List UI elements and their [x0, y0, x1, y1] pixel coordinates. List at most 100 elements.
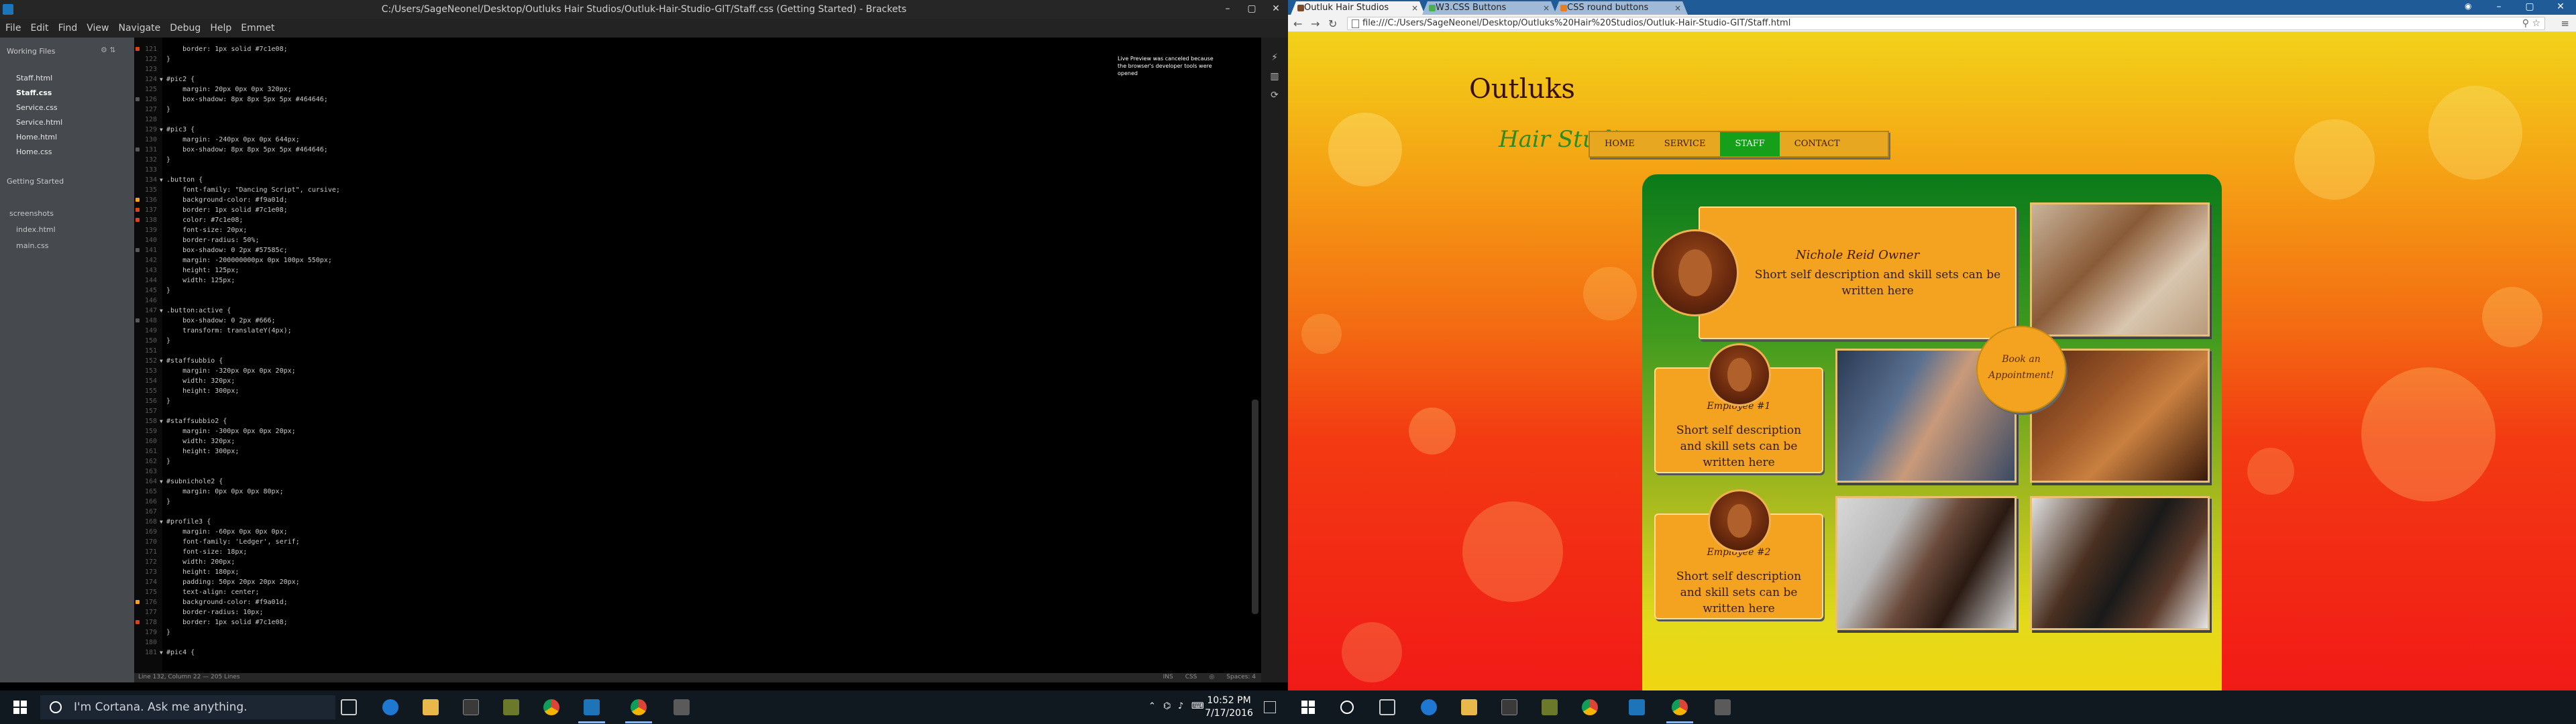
store-icon-2[interactable]	[1501, 699, 1517, 715]
minimize-icon[interactable]: –	[2483, 0, 2514, 15]
network-icon[interactable]: ⌬	[1163, 701, 1171, 711]
project-file-item[interactable]: screenshots	[9, 209, 54, 218]
close-icon[interactable]: ✕	[2545, 0, 2576, 15]
menu-item-navigate[interactable]: Navigate	[118, 23, 160, 34]
edge-icon[interactable]	[382, 699, 398, 715]
tab-close-icon[interactable]: ×	[1674, 1, 1681, 15]
chrome-taskbar-icon-2[interactable]	[631, 699, 647, 715]
start-button[interactable]	[13, 701, 27, 714]
code-line: 158 ▼ #staffsubbio2 {	[134, 416, 1261, 426]
chrome-taskbar-icon-4[interactable]	[1672, 699, 1688, 715]
sync-icon[interactable]: ⟳	[1269, 90, 1280, 101]
code-text: }	[166, 156, 171, 164]
code-line: 134 ▼ .button {	[134, 175, 1261, 185]
chrome-taskbar-icon-3[interactable]	[1582, 699, 1598, 715]
working-file-item[interactable]: Home.css	[16, 147, 52, 156]
project-title[interactable]: Getting Started	[7, 177, 64, 186]
file-explorer-icon-2[interactable]	[1461, 699, 1477, 715]
fold-arrow-icon[interactable]: ▼	[160, 416, 163, 426]
code-line: 147 ▼ .button:active {	[134, 306, 1261, 316]
fold-arrow-icon[interactable]: ▼	[160, 356, 163, 366]
code-line: 135 font-family: "Dancing Script", cursi…	[134, 185, 1261, 195]
minimize-icon[interactable]: –	[1216, 0, 1240, 19]
cortana-icon-2[interactable]	[1340, 701, 1354, 714]
code-text: font-family: "Dancing Script", cursive;	[166, 186, 340, 194]
line-number: 134	[144, 176, 157, 184]
nav-contact[interactable]: CONTACT	[1780, 132, 1855, 156]
nav-home[interactable]: HOME	[1590, 132, 1650, 156]
menu-item-emmet[interactable]: Emmet	[241, 23, 274, 34]
fold-arrow-icon[interactable]: ▼	[160, 74, 163, 84]
indent-spaces[interactable]: Spaces: 4	[1226, 674, 1256, 680]
app-icon[interactable]	[503, 699, 519, 715]
action-center-icon[interactable]	[1264, 701, 1276, 713]
address-bar[interactable]: file:///C:/Users/SageNeonel/Desktop/Outl…	[1347, 17, 2545, 30]
maximize-icon[interactable]: ▢	[2514, 0, 2545, 15]
volume-icon[interactable]: ♪	[1178, 701, 1183, 711]
extension-manager-icon[interactable]: ▥	[1269, 71, 1280, 82]
app-icon-2[interactable]	[1542, 699, 1558, 715]
browser-tab[interactable]: CSS round buttons ×	[1554, 1, 1688, 15]
fold-arrow-icon[interactable]: ▼	[160, 517, 163, 527]
forward-icon[interactable]: →	[1311, 17, 1320, 30]
working-file-item[interactable]: Service.css	[16, 103, 58, 112]
insert-mode[interactable]: INS	[1163, 674, 1173, 680]
zoom-star-icons[interactable]: ⚲ ☆	[2522, 17, 2540, 29]
close-icon[interactable]: ✕	[1264, 0, 1288, 19]
cortana-search-box[interactable]: I'm Cortana. Ask me anything.	[40, 695, 335, 719]
code-editor[interactable]: Live Preview was canceled because the br…	[134, 38, 1261, 673]
brackets-taskbar-icon[interactable]	[584, 699, 600, 715]
user-icon[interactable]: ◉	[2465, 1, 2475, 12]
project-file-item[interactable]: index.html	[16, 225, 56, 234]
menu-item-help[interactable]: Help	[210, 23, 231, 34]
language-selector[interactable]: CSS	[1185, 674, 1197, 680]
fold-arrow-icon[interactable]: ▼	[160, 125, 163, 135]
working-file-item[interactable]: Home.html	[16, 133, 57, 141]
calculator-icon-2[interactable]	[1715, 699, 1731, 715]
live-preview-icon[interactable]: ⚡	[1269, 52, 1280, 63]
nav-service[interactable]: SERVICE	[1650, 132, 1721, 156]
calculator-icon[interactable]	[674, 699, 690, 715]
menu-item-file[interactable]: File	[5, 23, 21, 34]
linter-icon[interactable]: ◎	[1209, 674, 1214, 680]
store-icon[interactable]	[463, 699, 479, 715]
start-button-2[interactable]	[1301, 701, 1315, 714]
book-appointment-button[interactable]: Book an Appointment!	[1976, 326, 2066, 413]
tab-close-icon[interactable]: ×	[1411, 1, 1418, 15]
code-text: height: 125px;	[166, 267, 239, 274]
edge-icon-2[interactable]	[1421, 699, 1437, 715]
maximize-icon[interactable]: ▢	[1240, 0, 1264, 19]
code-line: 168 ▼ #profile3 {	[134, 517, 1261, 527]
browser-tab[interactable]: W3.CSS Buttons ×	[1422, 1, 1556, 15]
clock[interactable]: 10:52 PM 7/17/2016	[1202, 695, 1256, 720]
chrome-taskbar-icon[interactable]	[543, 699, 559, 715]
menu-item-debug[interactable]: Debug	[170, 23, 201, 34]
fold-arrow-icon[interactable]: ▼	[160, 477, 163, 487]
task-view-icon[interactable]	[341, 699, 357, 715]
back-icon[interactable]: ←	[1293, 17, 1302, 30]
menu-item-find[interactable]: Find	[58, 23, 78, 34]
chrome-menu-icon[interactable]: ≡	[2561, 17, 2569, 29]
nav-staff[interactable]: STAFF	[1720, 132, 1780, 156]
menu-item-edit[interactable]: Edit	[30, 23, 48, 34]
brackets-taskbar-icon-2[interactable]	[1629, 699, 1645, 715]
fold-arrow-icon[interactable]: ▼	[160, 306, 163, 316]
file-explorer-icon[interactable]	[423, 699, 439, 715]
task-view-icon-2[interactable]	[1379, 699, 1395, 715]
reload-icon[interactable]: ↻	[1328, 17, 1337, 30]
working-file-item[interactable]: Staff.html	[16, 74, 52, 82]
bokeh-light	[2294, 119, 2375, 200]
code-text: width: 200px;	[166, 558, 235, 566]
fold-arrow-icon[interactable]: ▼	[160, 648, 163, 658]
tray-chevron-icon[interactable]: ⌃	[1148, 701, 1156, 711]
tab-title: Outluk Hair Studios	[1304, 3, 1389, 13]
code-line: 179}	[134, 627, 1261, 638]
browser-tab[interactable]: Outluk Hair Studios ×	[1291, 1, 1425, 15]
working-file-item[interactable]: Service.html	[16, 118, 62, 127]
fold-arrow-icon[interactable]: ▼	[160, 175, 163, 185]
working-file-item[interactable]: Staff.css	[16, 88, 52, 97]
tab-close-icon[interactable]: ×	[1543, 1, 1550, 15]
project-file-item[interactable]: main.css	[16, 241, 49, 250]
sidebar-tools-icons[interactable]: ⚙ ⇅	[101, 46, 116, 54]
menu-item-view[interactable]: View	[87, 23, 109, 34]
